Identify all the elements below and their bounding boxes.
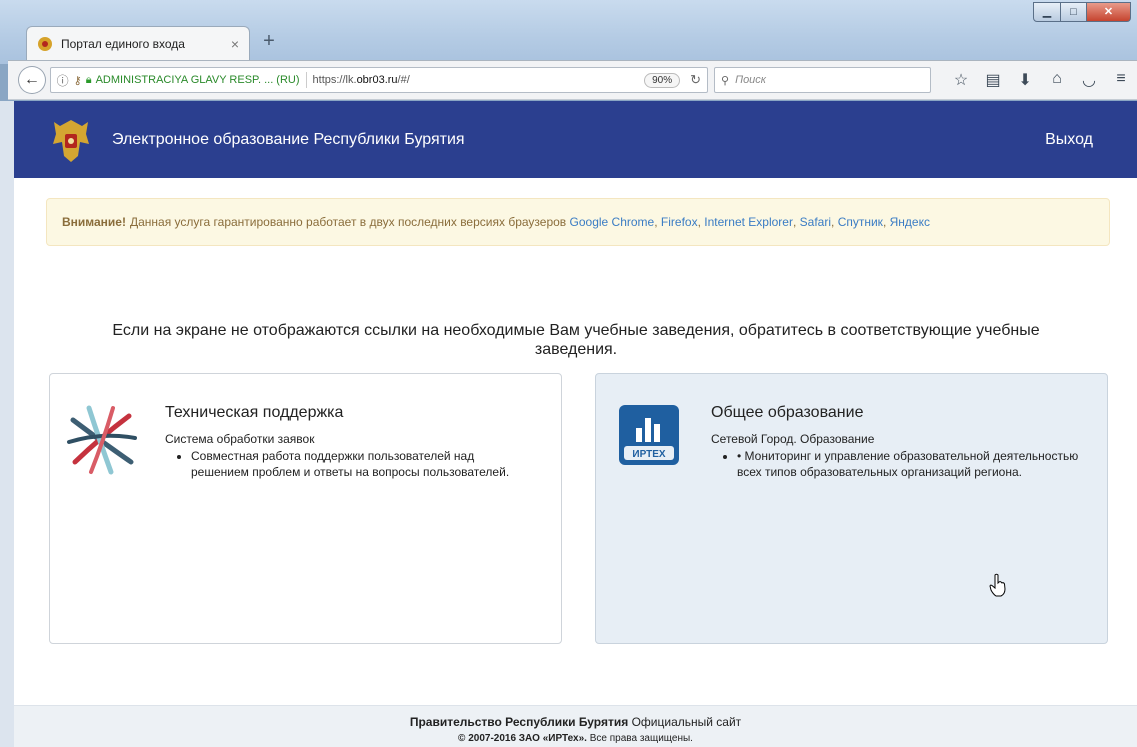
footer-copyright: © 2007-2016 ЗАО «ИРТех». Все права защищ… bbox=[14, 733, 1137, 744]
zoom-indicator[interactable]: 90% bbox=[644, 72, 681, 88]
pocket-icon[interactable]: ◡ bbox=[1073, 70, 1105, 90]
card-title: Общее образование bbox=[711, 404, 864, 421]
browser-link-yandex[interactable]: Яндекс bbox=[890, 215, 930, 229]
minimize-button[interactable]: ▁ bbox=[1033, 2, 1061, 22]
url-text[interactable]: https://lk.obr03.ru/#/ bbox=[313, 74, 645, 86]
menu-icon[interactable]: ≡ bbox=[1105, 70, 1137, 90]
close-window-button[interactable]: ✕ bbox=[1087, 2, 1131, 22]
list-item: Совместная работа поддержки пользователе… bbox=[191, 448, 535, 480]
site-footer: Правительство Республики Бурятия Официал… bbox=[14, 705, 1137, 747]
info-icon[interactable]: ⓘ bbox=[57, 72, 69, 89]
tab-title: Портал единого входа bbox=[61, 36, 185, 51]
browser-warning-alert: Внимание! Данная услуга гарантированно р… bbox=[46, 198, 1110, 246]
toolbar-icons: ☆ ▤ ⬇ ⌂ ◡ ≡ bbox=[945, 70, 1137, 90]
window-left-border bbox=[0, 101, 14, 747]
footer-company[interactable]: «ИРТех». bbox=[543, 733, 587, 744]
support-logo-icon bbox=[67, 405, 137, 475]
search-input[interactable]: ⚲ Поиск bbox=[714, 67, 932, 93]
browser-tab[interactable]: Портал единого входа × bbox=[26, 26, 250, 60]
browser-link-safari[interactable]: Safari bbox=[800, 215, 831, 229]
maximize-button[interactable]: □ bbox=[1061, 2, 1087, 22]
home-icon[interactable]: ⌂ bbox=[1041, 70, 1073, 90]
footer-org-suffix: Официальный сайт bbox=[631, 715, 742, 729]
browser-link-chrome[interactable]: Google Chrome bbox=[570, 215, 655, 229]
downloads-icon[interactable]: ⬇ bbox=[1009, 70, 1041, 90]
back-button[interactable]: ← bbox=[18, 66, 46, 94]
browser-link-ie[interactable]: Internet Explorer bbox=[704, 215, 793, 229]
new-tab-button[interactable]: + bbox=[258, 30, 280, 52]
search-placeholder: Поиск bbox=[735, 74, 766, 86]
logout-link[interactable]: Выход bbox=[1045, 131, 1093, 149]
card-technical-support[interactable]: Техническая поддержка Система обработки … bbox=[49, 373, 562, 644]
copyright-suffix: Все права защищены. bbox=[589, 733, 693, 744]
footer-org-line: Правительство Республики Бурятия Официал… bbox=[14, 715, 1137, 729]
browser-link-sputnik[interactable]: Спутник bbox=[838, 215, 883, 229]
back-arrow-icon: ← bbox=[23, 71, 40, 88]
bookmark-star-icon[interactable]: ☆ bbox=[945, 70, 977, 90]
copyright-prefix: © 2007-2016 ЗАО bbox=[458, 733, 540, 744]
search-icon: ⚲ bbox=[721, 74, 730, 87]
address-bar[interactable]: ⓘ ⚷ 🔒︎ ADMINISTRACIYA GLAVY RESP. ... (R… bbox=[49, 67, 709, 93]
logo-text: ИРТЕХ bbox=[632, 449, 666, 460]
list-item: • Мониторинг и управление образовательно… bbox=[737, 448, 1081, 480]
card-subtitle: Сетевой Город. Образование bbox=[711, 432, 875, 446]
reload-icon[interactable]: ↻ bbox=[690, 72, 701, 88]
bookmarks-list-icon[interactable]: ▤ bbox=[977, 70, 1009, 90]
site-header: Электронное образование Республики Бурят… bbox=[14, 101, 1137, 178]
key-icon[interactable]: ⚷ bbox=[74, 74, 82, 87]
url-separator bbox=[305, 72, 307, 88]
card-description-list: • Мониторинг и управление образовательно… bbox=[711, 448, 1081, 480]
irtech-logo-icon: ИРТЕХ bbox=[619, 405, 679, 465]
card-description-list: Совместная работа поддержки пользователе… bbox=[165, 448, 535, 480]
browser-link-firefox[interactable]: Firefox bbox=[661, 215, 698, 229]
lock-icon[interactable]: 🔒︎ bbox=[86, 74, 92, 87]
site-identity[interactable]: ADMINISTRACIYA GLAVY RESP. ... (RU) bbox=[96, 74, 300, 86]
footer-org[interactable]: Правительство Республики Бурятия bbox=[410, 715, 628, 729]
navigation-toolbar: ← ⓘ ⚷ 🔒︎ ADMINISTRACIYA GLAVY RESP. ... … bbox=[8, 60, 1137, 100]
site-title: Электронное образование Республики Бурят… bbox=[112, 130, 465, 148]
alert-lead: Внимание! bbox=[62, 215, 126, 229]
card-subtitle: Система обработки заявок bbox=[165, 432, 315, 446]
coat-of-arms-icon bbox=[53, 119, 89, 162]
window-titlebar: Портал единого входа × + ▁ □ ✕ bbox=[0, 0, 1137, 64]
web-page: Электронное образование Республики Бурят… bbox=[14, 101, 1137, 747]
tab-close-icon[interactable]: × bbox=[231, 36, 239, 52]
window-controls: ▁ □ ✕ bbox=[1033, 2, 1131, 22]
institutions-notice: Если на экране не отображаются ссылки на… bbox=[112, 322, 1040, 358]
alert-text: Данная услуга гарантированно работает в … bbox=[129, 215, 567, 229]
card-title: Техническая поддержка bbox=[165, 404, 344, 421]
card-general-education[interactable]: ИРТЕХ Общее образование Сетевой Город. О… bbox=[595, 373, 1108, 644]
hand-pointer-icon bbox=[989, 573, 1006, 597]
emblem-favicon-icon bbox=[38, 36, 52, 51]
